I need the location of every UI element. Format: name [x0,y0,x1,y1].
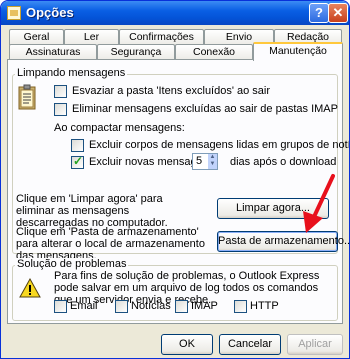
tab-manutencao[interactable]: Manutenção [253,42,343,61]
options-dialog: Opções ? ✕ Geral Ler Confirmações Envio … [0,0,350,359]
